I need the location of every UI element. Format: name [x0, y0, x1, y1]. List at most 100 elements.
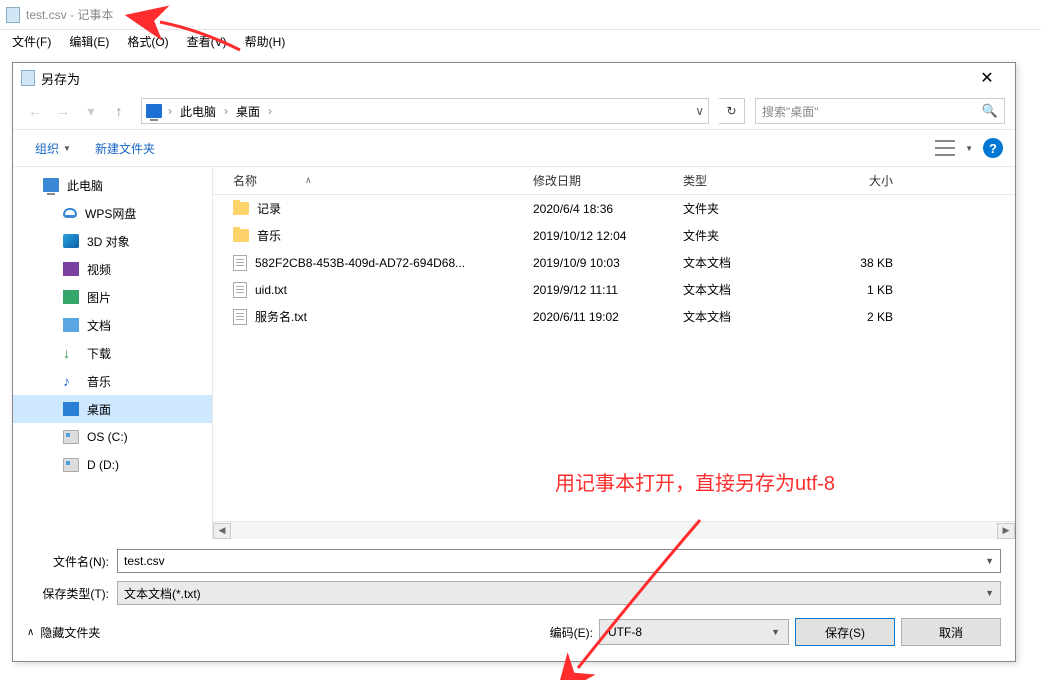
wps-icon [63, 208, 77, 218]
help-icon[interactable]: ? [983, 138, 1003, 158]
file-name: 记录 [257, 200, 281, 217]
file-date: 2020/6/4 18:36 [533, 202, 683, 216]
pc-icon [43, 178, 59, 192]
breadcrumb[interactable]: › 此电脑 › 桌面 › ∨ [141, 98, 709, 124]
nav-back-icon[interactable]: ← [23, 99, 47, 123]
file-type: 文本文档 [683, 254, 833, 271]
file-list: 名称∧ 修改日期 类型 大小 记录 2020/6/4 18:36文件夹 音乐 2019… [213, 167, 1015, 539]
scroll-left-icon[interactable]: ◀ [213, 523, 231, 539]
file-row[interactable]: 服务名.txt2020/6/11 19:02文本文档2 KB [213, 303, 1015, 330]
hide-folders-toggle[interactable]: ∧ 隐藏文件夹 [27, 624, 100, 641]
cancel-button[interactable]: 取消 [901, 618, 1001, 646]
sort-arrow-icon: ∧ [305, 175, 312, 186]
file-name: 音乐 [257, 227, 281, 244]
file-size: 2 KB [833, 310, 913, 324]
sidebar-item-video[interactable]: 视频 [13, 255, 212, 283]
sidebar-item-3d[interactable]: 3D 对象 [13, 227, 212, 255]
filetype-select[interactable]: 文本文档(*.txt) ▼ [117, 581, 1001, 605]
file-row[interactable]: 音乐 2019/10/12 12:04文件夹 [213, 222, 1015, 249]
file-rows: 记录 2020/6/4 18:36文件夹音乐 2019/10/12 12:04文件夹… [213, 195, 1015, 521]
menu-help[interactable]: 帮助(H) [237, 31, 294, 52]
text-file-icon [233, 255, 247, 271]
sidebar-item-dl[interactable]: ↓下载 [13, 339, 212, 367]
sidebar-item-pc[interactable]: 此电脑 [13, 171, 212, 199]
column-date[interactable]: 修改日期 [533, 172, 683, 189]
sidebar-item-label: 音乐 [87, 373, 111, 390]
sidebar-item-music[interactable]: ♪ 音乐 [13, 367, 212, 395]
folder-icon [233, 229, 249, 242]
breadcrumb-root[interactable]: 此电脑 [178, 103, 218, 120]
chevron-down-icon: ▼ [771, 627, 780, 637]
sidebar-item-doc[interactable]: 文档 [13, 311, 212, 339]
chevron-down-icon[interactable]: ▼ [965, 144, 973, 153]
filename-value: test.csv [124, 554, 165, 568]
scroll-track[interactable] [231, 523, 997, 539]
file-row[interactable]: 582F2CB8-453B-409d-AD72-694D68...2019/10… [213, 249, 1015, 276]
sidebar-item-label: 下载 [87, 345, 111, 362]
sidebar-item-label: WPS网盘 [85, 205, 136, 222]
column-name[interactable]: 名称∧ [213, 172, 533, 189]
file-name: uid.txt [255, 283, 287, 297]
dialog-fields: 文件名(N): test.csv ▼ 保存类型(T): 文本文档(*.txt) … [13, 539, 1015, 611]
new-folder-button[interactable]: 新建文件夹 [85, 136, 165, 161]
breadcrumb-dropdown-icon[interactable]: ∨ [695, 104, 704, 118]
file-list-header: 名称∧ 修改日期 类型 大小 [213, 167, 1015, 195]
doc-icon [63, 318, 79, 332]
hide-folders-label: 隐藏文件夹 [40, 624, 100, 641]
save-button[interactable]: 保存(S) [795, 618, 895, 646]
file-name: 服务名.txt [255, 308, 307, 325]
file-row[interactable]: 记录2020/6/4 18:36文件夹 [213, 195, 1015, 222]
close-button[interactable]: ✕ [967, 68, 1007, 88]
organize-label: 组织 [35, 140, 59, 157]
sidebar-item-label: OS (C:) [87, 430, 128, 444]
filetype-label: 保存类型(T): [27, 585, 117, 602]
file-date: 2019/9/12 11:11 [533, 283, 683, 297]
refresh-button[interactable]: ↻ [719, 98, 745, 124]
sidebar-item-desk[interactable]: 桌面 [13, 395, 212, 423]
chevron-down-icon[interactable]: ▼ [985, 588, 994, 598]
breadcrumb-sep: › [166, 104, 174, 118]
view-options-icon[interactable] [935, 140, 955, 156]
3d-icon [63, 234, 79, 248]
encoding-label: 编码(E): [550, 624, 593, 641]
sidebar-item-label: 文档 [87, 317, 111, 334]
dialog-nav: ← → ▾ ↑ › 此电脑 › 桌面 › ∨ ↻ 搜索"桌面" 🔍 [13, 93, 1015, 129]
nav-up-icon[interactable]: ↑ [107, 99, 131, 123]
column-type[interactable]: 类型 [683, 172, 833, 189]
menu-file[interactable]: 文件(F) [4, 31, 59, 52]
dialog-title: 另存为 [41, 69, 967, 88]
filename-input[interactable]: test.csv ▼ [117, 549, 1001, 573]
sidebar: 此电脑 WPS网盘 3D 对象视频图片文档 ↓下载 ♪ 音乐桌面 OS (C:) D (D:) [13, 167, 213, 539]
search-input[interactable]: 搜索"桌面" 🔍 [755, 98, 1005, 124]
file-date: 2019/10/12 12:04 [533, 229, 683, 243]
scroll-right-icon[interactable]: ▶ [997, 523, 1015, 539]
notepad-titlebar: test.csv - 记事本 [0, 0, 1041, 30]
sidebar-item-wps[interactable]: WPS网盘 [13, 199, 212, 227]
dialog-titlebar: 另存为 ✕ [13, 63, 1015, 93]
sidebar-item-disk[interactable]: OS (C:) [13, 423, 212, 451]
notepad-icon [6, 7, 20, 23]
organize-button[interactable]: 组织 ▼ [25, 136, 81, 161]
sidebar-item-label: D (D:) [87, 458, 119, 472]
sidebar-item-disk[interactable]: D (D:) [13, 451, 212, 479]
sidebar-item-label: 图片 [87, 289, 111, 306]
file-type: 文件夹 [683, 227, 833, 244]
nav-forward-icon[interactable]: → [51, 99, 75, 123]
column-size[interactable]: 大小 [833, 172, 913, 189]
file-row[interactable]: uid.txt2019/9/12 11:11文本文档1 KB [213, 276, 1015, 303]
sidebar-item-pic[interactable]: 图片 [13, 283, 212, 311]
sidebar-item-label: 视频 [87, 261, 111, 278]
menu-view[interactable]: 查看(V) [179, 31, 235, 52]
pc-icon [146, 104, 162, 118]
menu-edit[interactable]: 编辑(E) [61, 31, 117, 52]
music-icon: ♪ [63, 374, 79, 388]
encoding-select[interactable]: UTF-8 ▼ [599, 619, 789, 645]
save-as-dialog: 另存为 ✕ ← → ▾ ↑ › 此电脑 › 桌面 › ∨ ↻ 搜索"桌面" 🔍 … [12, 62, 1016, 662]
menu-format[interactable]: 格式(O) [119, 31, 176, 52]
horizontal-scrollbar[interactable]: ◀ ▶ [213, 521, 1015, 539]
breadcrumb-sep: › [266, 104, 274, 118]
breadcrumb-folder[interactable]: 桌面 [234, 103, 262, 120]
notepad-menubar: 文件(F) 编辑(E) 格式(O) 查看(V) 帮助(H) [0, 30, 1041, 52]
chevron-down-icon[interactable]: ▼ [985, 556, 994, 566]
nav-recent-icon[interactable]: ▾ [79, 99, 103, 123]
